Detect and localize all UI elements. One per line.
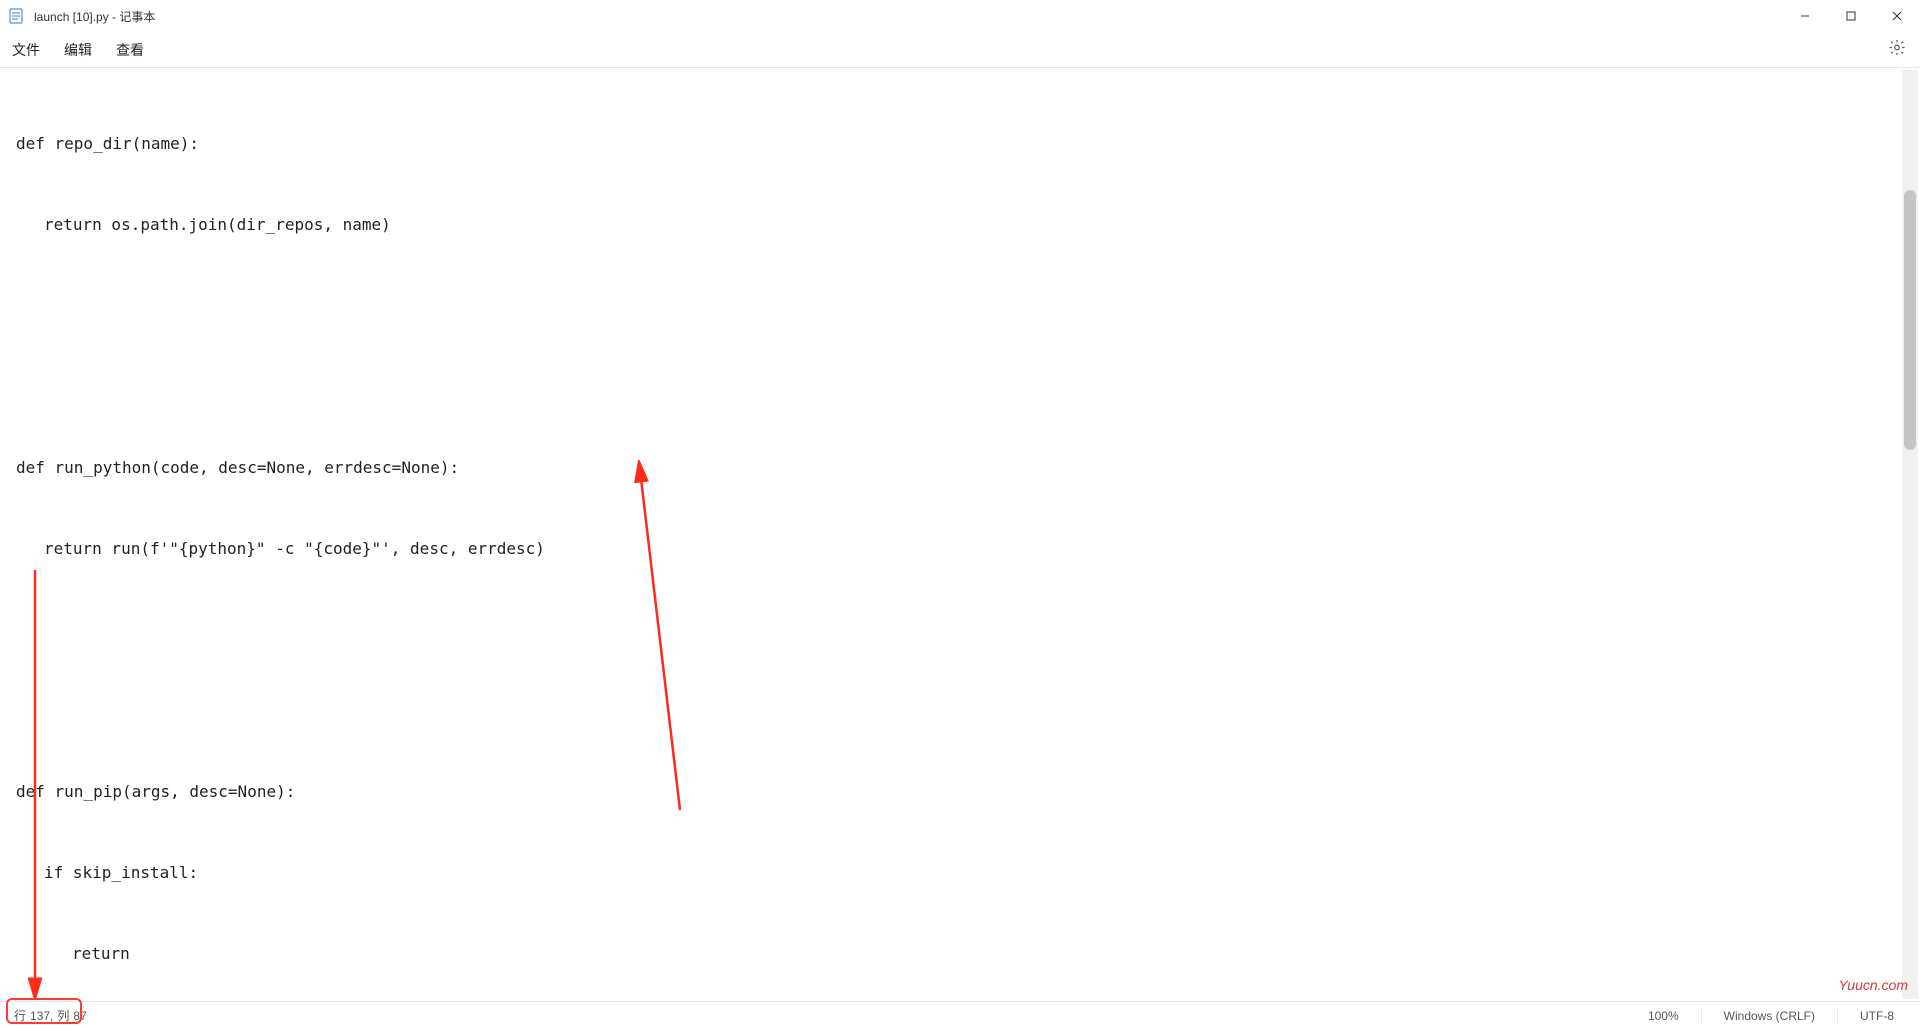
status-encoding: UTF-8: [1837, 1009, 1916, 1023]
status-line-label: 行: [14, 1007, 26, 1024]
status-line-value: 137,: [30, 1009, 53, 1023]
maximize-button[interactable]: [1828, 0, 1874, 32]
status-position: 行 137, 列 87: [4, 1007, 87, 1024]
status-right: 100% Windows (CRLF) UTF-8: [1626, 1009, 1916, 1023]
menu-file[interactable]: 文件: [12, 40, 40, 60]
notepad-icon: [8, 8, 24, 24]
menu-view[interactable]: 查看: [116, 40, 144, 60]
status-zoom[interactable]: 100%: [1626, 1009, 1701, 1023]
window-controls: [1782, 0, 1920, 32]
editor-area[interactable]: def repo_dir(name): return os.path.join(…: [0, 68, 1920, 1001]
statusbar: 行 137, 列 87 100% Windows (CRLF) UTF-8: [0, 1001, 1920, 1029]
code-line: if skip_install:: [16, 859, 1904, 886]
blank-line: [16, 616, 1904, 643]
menu-edit[interactable]: 编辑: [64, 40, 92, 60]
status-eol: Windows (CRLF): [1701, 1009, 1837, 1023]
code-line: def run_pip(args, desc=None):: [16, 778, 1904, 805]
code-line: return os.path.join(dir_repos, name): [16, 211, 1904, 238]
code-line: return: [16, 940, 1904, 967]
status-col-label: 列: [57, 1007, 69, 1024]
close-button[interactable]: [1874, 0, 1920, 32]
titlebar: launch [10].py - 记事本: [0, 0, 1920, 32]
blank-line: [16, 292, 1904, 319]
vertical-scrollbar[interactable]: [1902, 70, 1918, 999]
status-col-value: 87: [73, 1009, 86, 1023]
blank-line: [16, 373, 1904, 400]
window-title: launch [10].py - 记事本: [34, 8, 155, 25]
gear-icon[interactable]: [1888, 38, 1906, 61]
menubar: 文件 编辑 查看: [0, 32, 1920, 68]
code-line: return run(f'"{python}" -c "{code}"', de…: [16, 535, 1904, 562]
scrollbar-thumb[interactable]: [1904, 190, 1916, 450]
code-line: def repo_dir(name):: [16, 130, 1904, 157]
minimize-button[interactable]: [1782, 0, 1828, 32]
watermark: Yuucn.com: [1838, 977, 1908, 993]
code-line: def run_python(code, desc=None, errdesc=…: [16, 454, 1904, 481]
blank-line: [16, 697, 1904, 724]
